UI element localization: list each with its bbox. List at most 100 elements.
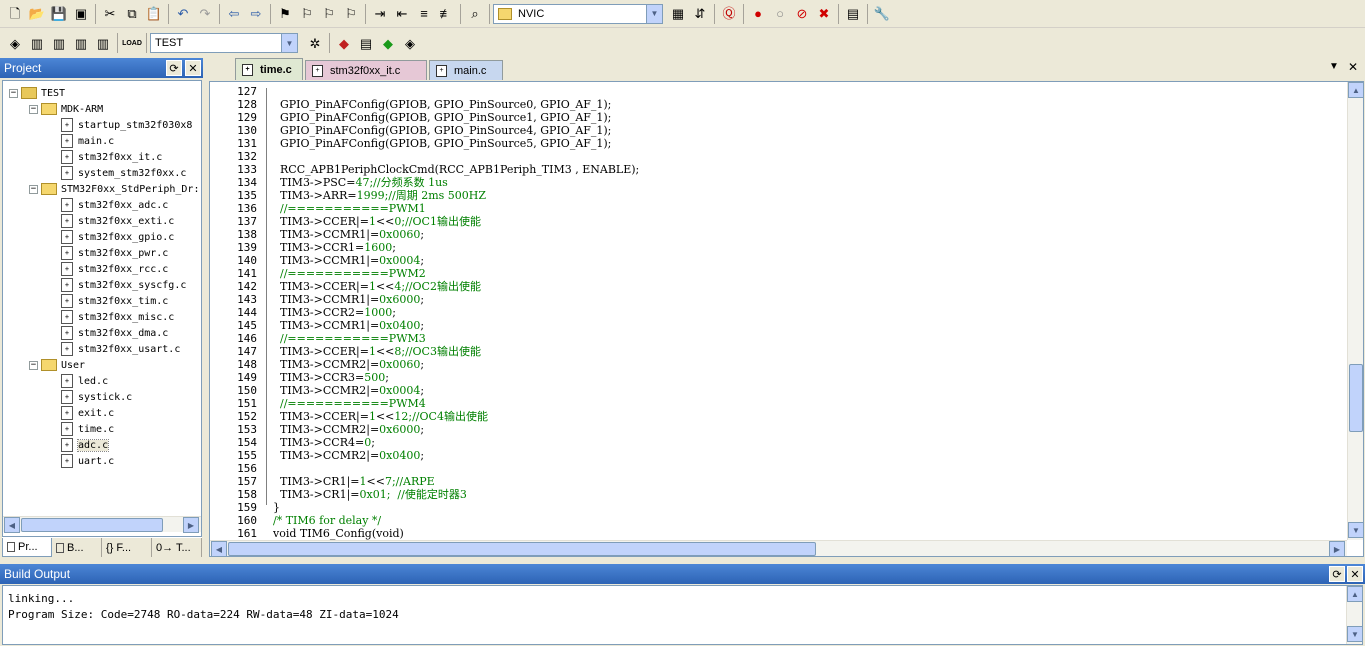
pin-icon[interactable]: ⟳ [1329,566,1345,582]
code-line[interactable]: TIM3->CCR3=500; [273,371,389,384]
target-options-icon[interactable]: ✲ [304,32,326,54]
code-line[interactable]: TIM3->CCMR1|=0x0004; [273,254,424,267]
nav-forward-icon[interactable]: ⇨ [245,3,267,25]
tree-file-item[interactable]: + main.c [49,133,114,149]
clear-bookmarks-icon[interactable]: ⚐ [340,3,362,25]
tree-file-item[interactable]: + stm32f0xx_syscfg.c [49,277,186,293]
code-line[interactable]: /* TIM6 for delay */ [273,514,381,527]
code-line[interactable]: } [273,501,280,514]
tree-file-item[interactable]: + uart.c [49,453,114,469]
tree-folder-item[interactable]: − MDK-ARM [29,101,103,117]
find-in-files-icon[interactable]: ⌕ [464,3,486,25]
tree-file-item[interactable]: + stm32f0xx_exti.c [49,213,174,229]
undo-icon[interactable]: ↶ [172,3,194,25]
scroll-left-icon[interactable]: ◀ [4,517,20,533]
redo-icon[interactable]: ↷ [194,3,216,25]
tree-file-item[interactable]: + exit.c [49,405,114,421]
nav-back-icon[interactable]: ⇦ [223,3,245,25]
tree-file-item[interactable]: + stm32f0xx_misc.c [49,309,174,325]
code-line[interactable]: TIM3->PSC=47;//分频系数 1us [273,176,448,189]
code-line[interactable]: //===========PWM4 [273,397,426,410]
file-extensions-icon[interactable]: ▤ [355,32,377,54]
batch-build-icon[interactable]: ▥ [70,32,92,54]
tree-folder-item[interactable]: − TEST [9,85,65,101]
code-line[interactable]: TIM3->CCER|=1<<12;//OC4输出使能 [273,410,488,423]
tree-file-item[interactable]: + stm32f0xx_tim.c [49,293,168,309]
editor-vscrollbar[interactable]: ▲ ▼ [1347,82,1363,540]
window-config-icon[interactable]: ▤ [842,3,864,25]
code-line[interactable]: TIM3->CCR2=1000; [273,306,396,319]
tree-file-item[interactable]: + stm32f0xx_adc.c [49,197,168,213]
editor-hscrollbar[interactable]: ◀ ▶ [210,540,1347,556]
scroll-right-icon[interactable]: ▶ [1329,541,1345,556]
scroll-right-icon[interactable]: ▶ [183,517,199,533]
indent-icon[interactable]: ⇥ [369,3,391,25]
tree-file-item[interactable]: + startup_stm32f030x8 [49,117,192,133]
uncomment-icon[interactable]: ≢ [435,3,457,25]
save-icon[interactable]: 💾 [48,3,70,25]
code-line[interactable]: void TIM6_Config(void) [273,527,404,540]
tree-file-item[interactable]: + stm32f0xx_usart.c [49,341,180,357]
stop-build-icon[interactable]: ▥ [92,32,114,54]
tree-file-item[interactable]: + systick.c [49,389,132,405]
copy-icon[interactable]: ⧉ [121,3,143,25]
code-line[interactable]: //===========PWM1 [273,202,426,215]
target-combo[interactable]: TEST ▼ [150,33,298,53]
project-hscrollbar[interactable]: ◀ ▶ [3,516,201,533]
unindent-icon[interactable]: ⇤ [391,3,413,25]
scroll-thumb[interactable] [1349,364,1363,432]
tree-file-item[interactable]: + stm32f0xx_pwr.c [49,245,168,261]
tree-folder-item[interactable]: − STM32F0xx_StdPeriph_Dr: [29,181,199,197]
run-icon[interactable]: ◆ [377,32,399,54]
breakpoint-icon[interactable]: ● [747,3,769,25]
scroll-up-icon[interactable]: ▲ [1347,586,1362,602]
code-line[interactable]: TIM3->CCR4=0; [273,436,375,449]
find-combo[interactable]: NVIC ▼ [493,3,663,24]
tree-file-item[interactable]: + stm32f0xx_it.c [49,149,162,165]
close-icon[interactable]: ✕ [1348,60,1358,74]
tree-file-item[interactable]: + system_stm32f0xx.c [49,165,186,181]
code-line[interactable]: TIM3->CCER|=1<<0;//OC1输出使能 [273,215,481,228]
code-line[interactable]: TIM3->CR1|=1<<7;//ARPE [273,475,435,488]
build-vscrollbar[interactable]: ▲ ▼ [1346,586,1362,644]
load-icon[interactable]: LOAD [121,32,143,54]
rebuild-icon[interactable]: ▥ [48,32,70,54]
code-line[interactable]: RCC_APB1PeriphClockCmd(RCC_APB1Periph_TI… [273,163,639,176]
new-file-icon[interactable]: 🗋 [4,3,26,25]
code-line[interactable]: TIM3->CCMR1|=0x0060; [273,228,424,241]
tab-list-icon[interactable]: ▼ [1329,61,1339,72]
pin-icon[interactable]: ⟳ [166,60,182,76]
manage-components-icon[interactable]: ◆ [333,32,355,54]
code-line[interactable]: TIM3->CCMR1|=0x6000; [273,293,424,306]
collapse-toggle-icon[interactable]: − [29,184,38,194]
open-folder-icon[interactable]: 📂 [26,3,48,25]
cut-icon[interactable]: ✂ [99,3,121,25]
code-line[interactable]: TIM3->CCMR2|=0x6000; [273,423,424,436]
translate-icon[interactable]: ◈ [4,32,26,54]
chevron-down-icon[interactable]: ▼ [646,4,662,23]
project-tab[interactable]: 0→ T... [152,538,202,557]
code-line[interactable]: TIM3->CR1|=0x01; //使能定时器3 [273,488,467,501]
comment-icon[interactable]: ≡ [413,3,435,25]
clear-breakpoints-icon[interactable]: ✖ [813,3,835,25]
code-line[interactable]: GPIO_PinAFConfig(GPIOB, GPIO_PinSource0,… [273,98,611,111]
scroll-thumb[interactable] [21,518,163,532]
code-line[interactable]: TIM3->CCR1=1600; [273,241,396,254]
tree-file-item[interactable]: + time.c [49,421,114,437]
save-all-icon[interactable]: ▣ [70,3,92,25]
prev-bookmark-icon[interactable]: ⚐ [296,3,318,25]
code-area[interactable]: GPIO_PinAFConfig(GPIOB, GPIO_PinSource0,… [273,82,1343,540]
start-debug-icon[interactable]: Ⓠ [718,3,740,25]
code-line[interactable]: TIM3->CCMR2|=0x0004; [273,384,424,397]
tree-folder-item[interactable]: − User [29,357,85,373]
tree-file-item[interactable]: + led.c [49,373,108,389]
collapse-toggle-icon[interactable]: − [9,88,18,98]
tab-time-c[interactable]: + time.c [235,58,303,80]
code-line[interactable]: TIM3->CCER|=1<<8;//OC3输出使能 [273,345,481,358]
code-line[interactable]: TIM3->CCER|=1<<4;//OC2输出使能 [273,280,481,293]
tree-file-item[interactable]: + stm32f0xx_dma.c [49,325,168,341]
next-bookmark-icon[interactable]: ⚐ [318,3,340,25]
tab-main-c[interactable]: + main.c [429,60,503,80]
disable-breakpoint-icon[interactable]: ○ [769,3,791,25]
scroll-thumb[interactable] [228,542,816,556]
